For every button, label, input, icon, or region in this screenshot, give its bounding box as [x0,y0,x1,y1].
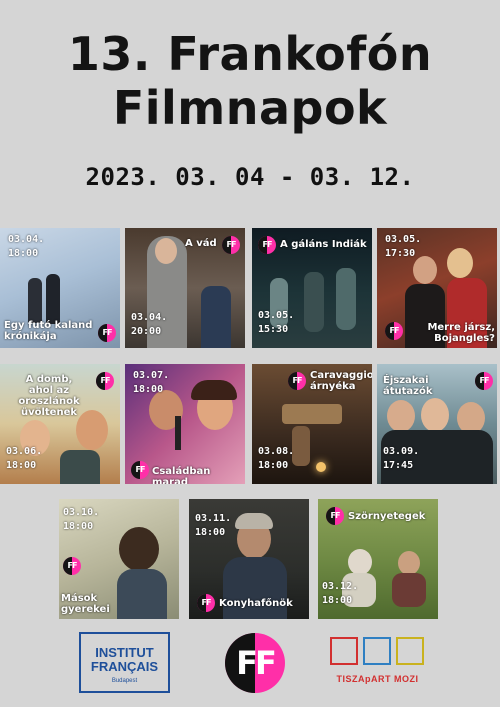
festival-badge-icon: FF [98,324,116,342]
festival-badge-icon: FF [197,594,215,612]
film-tile-2[interactable]: A vád FF 03.04. 20:00 [125,228,245,348]
institut-francais-city: Budapest [111,678,138,684]
screening-time: 18:00 [195,527,226,538]
film-still [201,286,231,348]
screening-date: 03.09. [383,446,420,457]
film-still [191,380,237,400]
screening-time: 20:00 [131,326,162,337]
screening-date: 03.12. [322,581,359,592]
film-title: Éjszakai átutazók [383,375,433,397]
film-tile-1[interactable]: 03.04. 18:00 Egy futó kaland krónikája F… [0,228,120,348]
film-title: Családban marad [152,466,211,484]
cinema-logo-square-icon [330,637,358,665]
film-tile-7[interactable]: FF Caravaggio árnyéka 03.08. 18:00 [252,364,372,484]
poster-title-line2: Filmnapok [112,81,388,135]
institut-francais-name: INSTITUT FRANÇAIS [90,645,159,674]
film-title: Konyhafőnök [219,598,293,609]
film-title: Caravaggio árnyéka [310,370,372,392]
film-still [336,268,356,330]
screening-time: 18:00 [133,384,164,395]
film-still [413,256,437,284]
festival-badge-icon: FF [222,236,240,254]
poster-title-line1: 13. Frankofón [67,27,433,81]
film-still [117,569,167,619]
cinema-logo-square-icon [396,637,424,665]
film-still [175,416,181,450]
tiszapart-mozi-logo: TISZApART MOZI [330,637,425,695]
screening-time: 18:00 [258,460,289,471]
screening-time: 18:00 [6,460,37,471]
film-title: Mások gyerekei [61,593,110,615]
film-title: A vád [185,238,217,249]
screening-date: 03.10. [63,507,100,518]
screening-date: 03.08. [258,446,295,457]
film-still [392,573,426,607]
festival-badge-icon: FF [475,372,493,390]
festival-badge-icon: FF [96,372,114,390]
festival-badge-icon: FF [258,236,276,254]
screening-time: 17:30 [385,248,416,259]
film-still [155,238,177,264]
festival-dates: 2023. 03. 04 - 03. 12. [85,163,415,191]
film-tile-3[interactable]: FF A gáláns Indiák 03.05. 15:30 [252,228,372,348]
film-still [398,551,420,575]
festival-badge-icon: FF [326,507,344,525]
film-title: Szörnyetegek [348,511,426,522]
screening-date: 03.05. [385,234,422,245]
screening-time: 18:00 [63,521,94,532]
festival-badge-icon: FF [385,322,403,340]
film-still [348,549,372,575]
film-still [28,278,42,323]
film-tile-8[interactable]: Éjszakai átutazók FF 03.09. 17:45 [377,364,497,484]
screening-date: 03.04. [131,312,168,323]
film-title: A domb, ahol az oroszlánok üvöltenek [18,374,80,418]
screening-time: 15:30 [258,324,289,335]
film-still [60,450,100,484]
screening-date: 03.04. [8,234,45,245]
film-still [421,398,449,432]
film-tile-6[interactable]: 03.07. 18:00 FF Családban marad [125,364,245,484]
screening-date: 03.07. [133,370,170,381]
film-still [223,557,287,619]
cinema-name: TISZApART MOZI [336,674,419,684]
film-title: Egy futó kaland krónikája [4,320,93,342]
film-still [316,462,326,472]
film-title: A gáláns Indiák [280,239,367,250]
film-still [119,527,159,571]
festival-logo: FF [225,633,285,693]
institut-francais-logo: INSTITUT FRANÇAIS Budapest [79,632,170,693]
cinema-logo-square-icon [363,637,391,665]
film-title: Merre jársz, Bojangles? [427,322,495,344]
film-still [387,400,415,432]
festival-badge-icon: FF [63,557,81,575]
film-tile-9[interactable]: 03.10. 18:00 FF Mások gyerekei [59,499,179,619]
festival-badge-icon: FF [288,372,306,390]
screening-time: 17:45 [383,460,414,471]
film-still [292,426,310,466]
screening-date: 03.06. [6,446,43,457]
film-tile-11[interactable]: FF Szörnyetegek 03.12. 18:00 [318,499,438,619]
film-still [447,248,473,278]
festival-badge-icon: FF [131,461,149,479]
film-tile-5[interactable]: A domb, ahol az oroszlánok üvöltenek FF … [0,364,120,484]
film-still [304,272,324,332]
screening-date: 03.11. [195,513,232,524]
film-still [282,404,342,424]
screening-time: 18:00 [8,248,39,259]
film-still [235,513,273,529]
film-tile-10[interactable]: 03.11. 18:00 FF Konyhafőnök [189,499,309,619]
screening-date: 03.05. [258,310,295,321]
film-still [46,274,60,324]
screening-time: 18:00 [322,595,353,606]
festival-logo-mark: FF [236,644,277,682]
film-tile-4[interactable]: 03.05. 17:30 FF Merre jársz, Bojangles? [377,228,497,348]
